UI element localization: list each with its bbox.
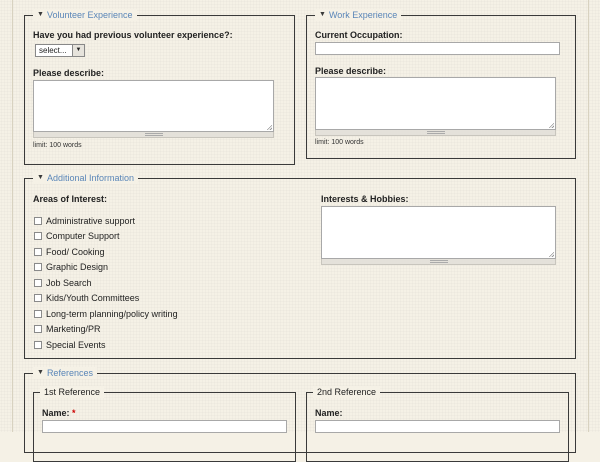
checkbox[interactable]	[34, 325, 42, 333]
work-word-limit: limit: 100 words	[315, 139, 364, 146]
area-option-label: Job Search	[46, 278, 92, 288]
work-experience-fieldset: ▼ Work Experience Current Occupation: Pl…	[306, 9, 576, 159]
name-label-text: Name:	[42, 408, 70, 418]
references-fieldset: ▼ References 1st Reference Name: * 2nd R…	[24, 367, 576, 462]
first-reference-name-input[interactable]	[42, 420, 287, 433]
area-option-label: Food/ Cooking	[46, 247, 105, 257]
second-reference-name-input[interactable]	[315, 420, 560, 433]
volunteer-describe-textarea[interactable]	[33, 80, 274, 132]
area-option-label: Administrative support	[46, 216, 136, 226]
work-describe-label: Please describe:	[315, 66, 387, 76]
area-option-special-events[interactable]: Special Events	[34, 339, 106, 351]
checkbox[interactable]	[34, 232, 42, 240]
right-margin-rule	[588, 0, 589, 432]
area-option-graphic-design[interactable]: Graphic Design	[34, 261, 108, 273]
checkbox[interactable]	[34, 263, 42, 271]
select-value: select...	[39, 46, 67, 55]
previous-experience-label: Have you had previous volunteer experien…	[33, 30, 233, 40]
area-option-administrative-support[interactable]: Administrative support	[34, 215, 135, 227]
work-experience-title: Work Experience	[328, 10, 398, 20]
area-option-kids-youth-committees[interactable]: Kids/Youth Committees	[34, 292, 139, 304]
additional-information-fieldset: ▼ Additional Information Areas of Intere…	[24, 172, 576, 359]
resize-grip-icon[interactable]	[548, 251, 554, 257]
volunteer-textarea-resize-bar[interactable]	[33, 132, 274, 138]
checkbox[interactable]	[34, 248, 42, 256]
area-option-label: Long-term planning/policy writing	[46, 309, 178, 319]
area-option-food-cooking[interactable]: Food/ Cooking	[34, 246, 105, 258]
references-title: References	[46, 368, 93, 378]
checkbox[interactable]	[34, 217, 42, 225]
second-reference-fieldset: 2nd Reference Name:	[306, 386, 569, 462]
areas-of-interest-label: Areas of Interest:	[33, 194, 108, 204]
checkbox[interactable]	[34, 294, 42, 302]
interests-hobbies-label: Interests & Hobbies:	[321, 194, 409, 204]
current-occupation-input[interactable]	[315, 42, 560, 55]
checkbox[interactable]	[34, 310, 42, 318]
area-option-marketing-pr[interactable]: Marketing/PR	[34, 323, 101, 335]
previous-experience-select[interactable]: select... ▼	[35, 44, 85, 57]
checkbox[interactable]	[34, 279, 42, 287]
second-reference-name-label: Name:	[315, 408, 343, 418]
first-reference-name-label: Name: *	[42, 408, 76, 418]
references-legend[interactable]: ▼ References	[33, 367, 97, 379]
second-reference-legend: 2nd Reference	[313, 386, 381, 398]
current-occupation-label: Current Occupation:	[315, 30, 403, 40]
required-marker: *	[72, 408, 76, 418]
additional-information-title: Additional Information	[46, 173, 134, 183]
first-reference-fieldset: 1st Reference Name: *	[33, 386, 296, 462]
first-reference-title: 1st Reference	[44, 387, 101, 397]
area-option-label: Kids/Youth Committees	[46, 293, 140, 303]
triangle-down-icon[interactable]: ▼	[37, 9, 44, 21]
resize-grip-icon[interactable]	[548, 122, 554, 128]
volunteer-experience-fieldset: ▼ Volunteer Experience Have you had prev…	[24, 9, 295, 165]
volunteer-experience-legend[interactable]: ▼ Volunteer Experience	[33, 9, 137, 21]
area-option-computer-support[interactable]: Computer Support	[34, 230, 120, 242]
volunteer-experience-title: Volunteer Experience	[46, 10, 133, 20]
work-describe-textarea[interactable]	[315, 77, 556, 130]
chevron-down-icon[interactable]: ▼	[72, 45, 84, 56]
resize-grip-icon[interactable]	[266, 124, 272, 130]
triangle-down-icon[interactable]: ▼	[319, 9, 326, 21]
second-reference-title: 2nd Reference	[317, 387, 377, 397]
triangle-down-icon[interactable]: ▼	[37, 367, 44, 379]
hobbies-textarea-resize-bar[interactable]	[321, 259, 556, 265]
left-margin-rule	[12, 0, 13, 432]
resize-handle-icon	[429, 260, 448, 263]
resize-handle-icon	[426, 131, 445, 134]
work-experience-legend[interactable]: ▼ Work Experience	[315, 9, 402, 21]
area-option-long-term-planning[interactable]: Long-term planning/policy writing	[34, 308, 178, 320]
area-option-label: Graphic Design	[46, 262, 109, 272]
volunteer-word-limit: limit: 100 words	[33, 142, 82, 149]
first-reference-legend: 1st Reference	[40, 386, 105, 398]
area-option-label: Computer Support	[46, 231, 120, 241]
area-option-label: Marketing/PR	[46, 324, 101, 334]
area-option-job-search[interactable]: Job Search	[34, 277, 92, 289]
additional-information-legend[interactable]: ▼ Additional Information	[33, 172, 138, 184]
checkbox[interactable]	[34, 341, 42, 349]
triangle-down-icon[interactable]: ▼	[37, 172, 44, 184]
resize-handle-icon	[144, 133, 163, 136]
volunteer-describe-label: Please describe:	[33, 68, 105, 78]
work-textarea-resize-bar[interactable]	[315, 130, 556, 136]
interests-hobbies-textarea[interactable]	[321, 206, 556, 259]
area-option-label: Special Events	[46, 340, 106, 350]
